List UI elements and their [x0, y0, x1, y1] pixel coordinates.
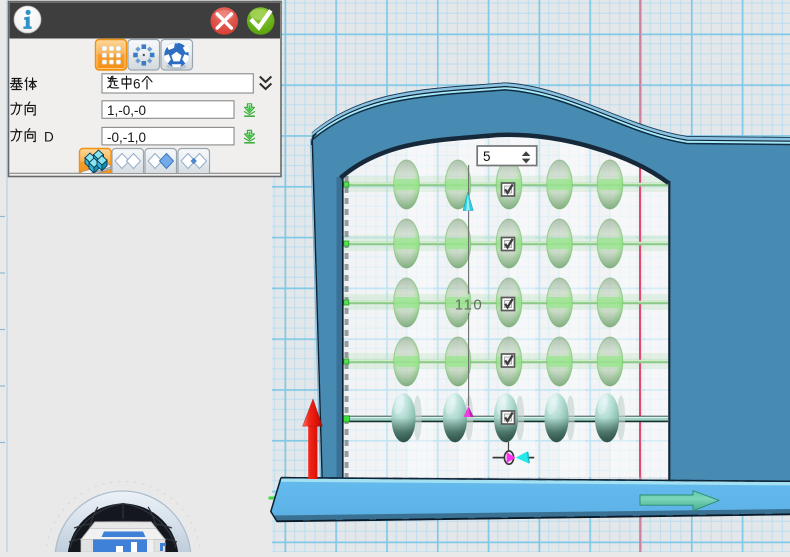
- svg-text:110: 110: [455, 297, 483, 314]
- svg-text:5: 5: [483, 149, 491, 164]
- svg-text:-0,-1,0: -0,-1,0: [107, 130, 146, 145]
- svg-text:1,-0,-0: 1,-0,-0: [107, 103, 146, 118]
- svg-text:6: 6: [133, 77, 141, 92]
- svg-text:D: D: [44, 130, 54, 145]
